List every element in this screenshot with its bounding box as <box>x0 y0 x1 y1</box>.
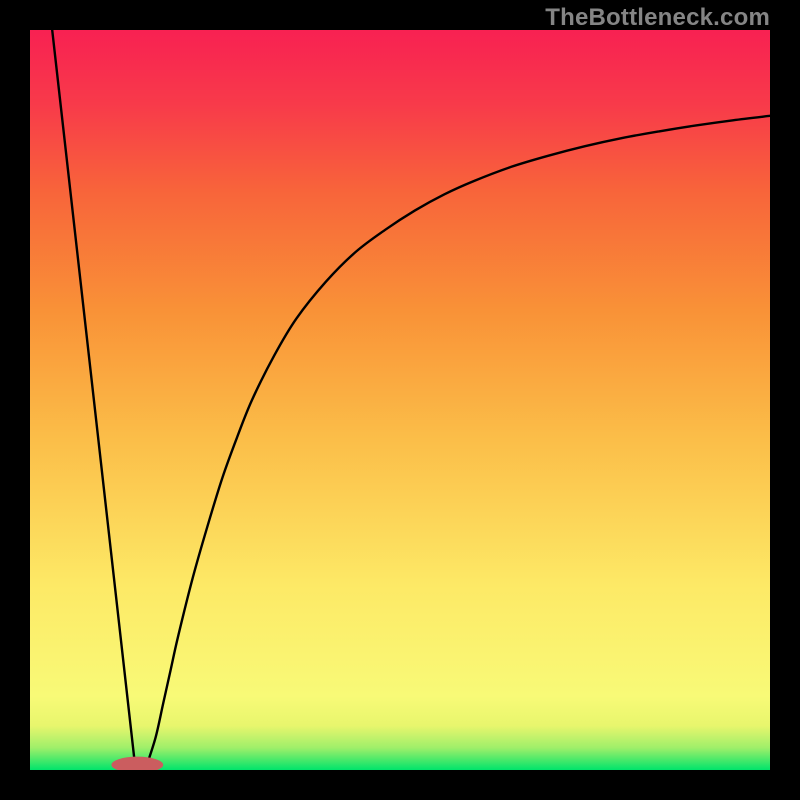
bottleneck-chart <box>30 30 770 770</box>
chart-frame: TheBottleneck.com <box>0 0 800 800</box>
gradient-background <box>30 30 770 770</box>
watermark-label: TheBottleneck.com <box>545 4 770 32</box>
